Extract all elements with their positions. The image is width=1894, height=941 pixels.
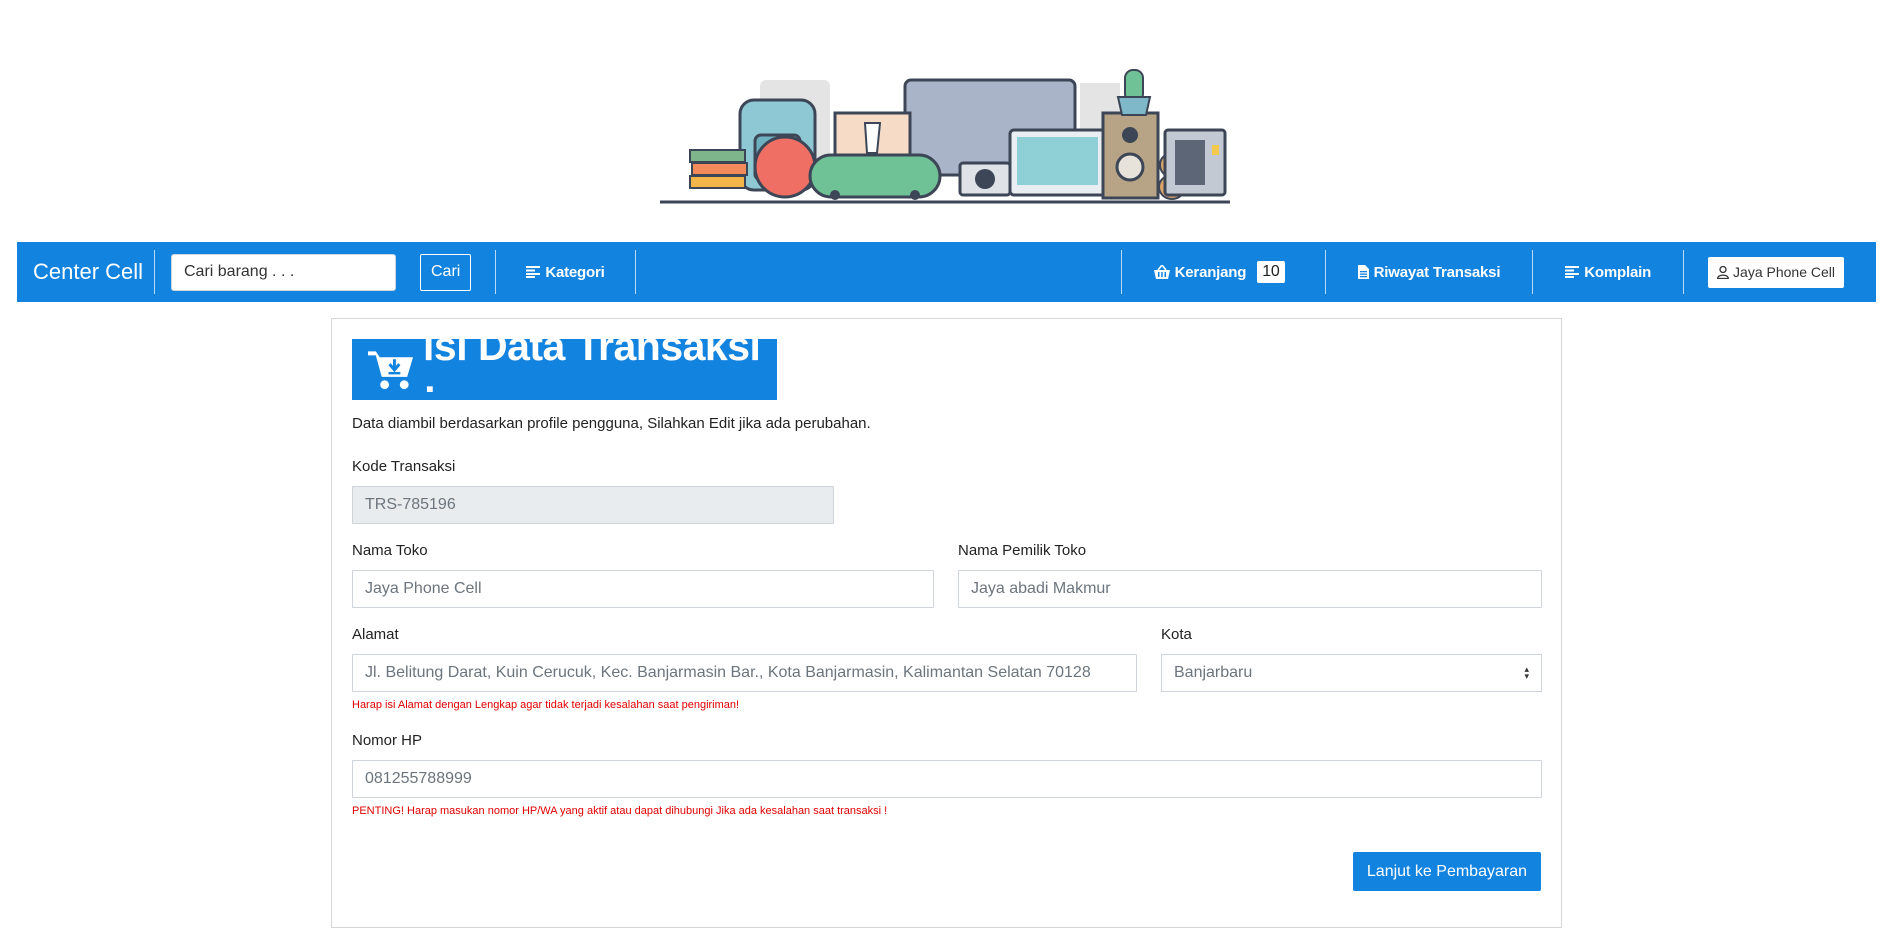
form-subtitle: Data diambil berdasarkan profile penggun… [352,415,871,432]
search-input[interactable] [171,253,396,291]
nama-toko-label: Nama Toko [352,542,428,559]
hero-illustration [660,69,1230,204]
nav-divider [634,250,636,294]
basket-icon [1153,265,1170,279]
user-account-button[interactable]: Jaya Phone Cell [1708,256,1844,288]
nomor-hp-field[interactable] [352,760,1542,798]
search-button[interactable]: Cari [420,253,472,291]
nama-pemilik-field[interactable] [958,570,1542,608]
lanjut-pembayaran-button[interactable]: Lanjut ke Pembayaran [1352,852,1541,891]
transaction-form-card: isi Data Transaksi : Data diambil berdas… [331,318,1562,928]
document-icon [1357,265,1369,279]
nomor-hp-warning: PENTING! Harap masukan nomor HP/WA yang … [352,805,888,817]
cart-count-badge: 10 [1257,261,1285,283]
kota-select[interactable]: Banjarbaru ▴ ▾ [1161,654,1542,692]
kota-selected-value: Banjarbaru [1174,664,1253,681]
kode-transaksi-label: Kode Transaksi [352,458,456,475]
nav-komplain[interactable]: Komplain [1533,242,1683,302]
nama-toko-field[interactable] [352,570,934,608]
alamat-field[interactable] [352,654,1137,692]
nomor-hp-label: Nomor HP [352,732,423,749]
align-left-icon [526,266,541,278]
nav-riwayat-transaksi[interactable]: Riwayat Transaksi [1326,242,1533,302]
nav-kategori-label: Kategori [545,263,605,281]
nav-keranjang-label: Keranjang [1174,263,1247,281]
user-name: Jaya Phone Cell [1733,264,1835,280]
form-title-banner: isi Data Transaksi : [352,323,777,416]
nav-kategori[interactable]: Kategori [496,242,634,302]
cart-download-icon [368,350,414,389]
select-caret-icon: ▴ ▾ [1524,664,1529,681]
brand-name: Center Cell [33,259,144,284]
user-icon [1717,265,1729,279]
align-left-icon [1565,266,1580,278]
kota-label: Kota [1161,626,1192,643]
nav-divider [154,250,155,294]
nav-riwayat-label: Riwayat Transaksi [1373,263,1501,281]
nav-keranjang[interactable]: Keranjang 10 [1122,242,1325,302]
brand-logo[interactable]: Center Cell [17,242,154,302]
nama-pemilik-label: Nama Pemilik Toko [958,542,1087,559]
alamat-label: Alamat [352,626,399,643]
alamat-warning: Harap isi Alamat dengan Lengkap agar tid… [352,699,740,711]
kode-transaksi-field [352,486,834,524]
top-navbar: Center Cell Cari Kategori Keranjang 10 R… [17,242,1876,302]
nav-right-group: Keranjang 10 Riwayat Transaksi Komplain … [1120,242,1876,302]
form-title: isi Data Transaksi : [423,322,761,416]
nav-komplain-label: Komplain [1584,263,1652,281]
nav-divider [1683,250,1685,294]
